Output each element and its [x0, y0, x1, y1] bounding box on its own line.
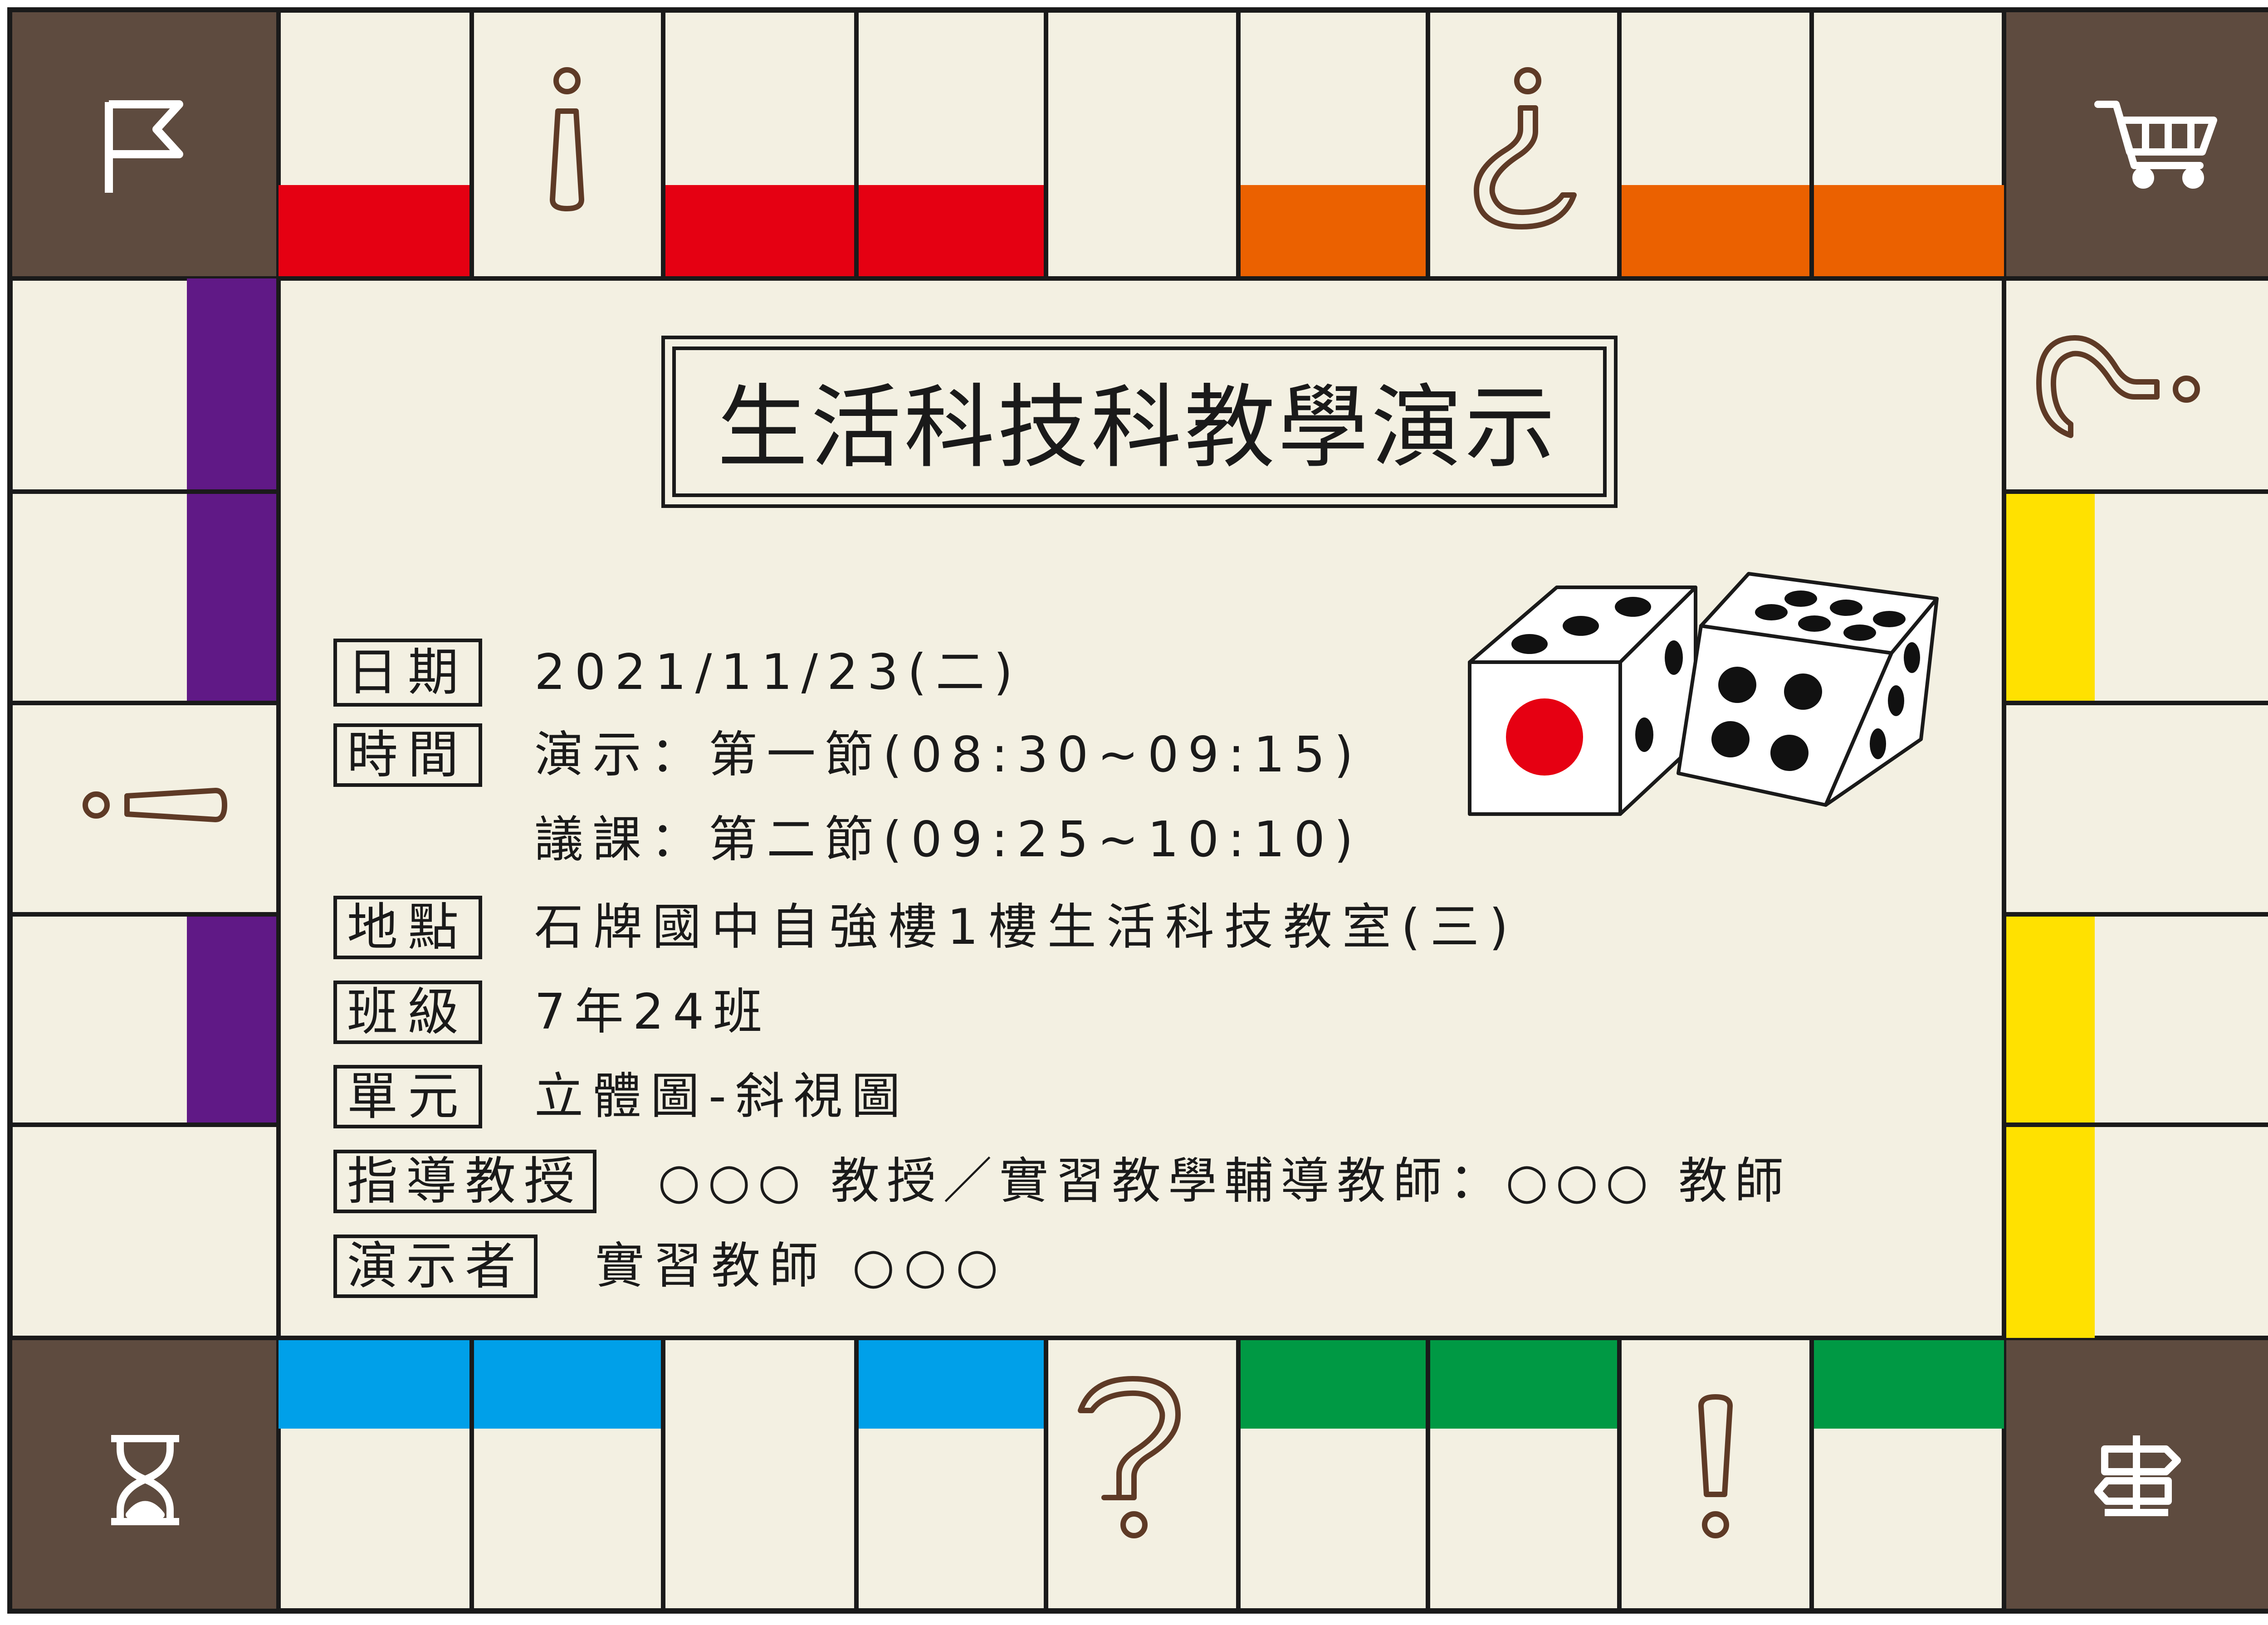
property-yellow-1 — [2004, 492, 2095, 703]
time-value-demo: 演示：第一節(08:30~09:15) — [534, 727, 1363, 783]
unit-label: 單元 — [333, 1065, 482, 1128]
place-label: 地點 — [333, 896, 482, 959]
corner-bottom-left — [8, 1336, 281, 1613]
class-label: 班級 — [333, 981, 482, 1044]
page-title: 生活科技科教學演示 — [717, 375, 1558, 481]
property-blue-1 — [279, 1338, 472, 1429]
signpost-icon — [2094, 1435, 2181, 1516]
date-label: 日期 — [333, 639, 482, 707]
class-value: 7年24班 — [534, 984, 772, 1040]
property-red-1 — [279, 185, 472, 278]
property-orange-1 — [1238, 185, 1428, 278]
corner-top-right — [2002, 8, 2268, 281]
property-purple-1 — [187, 278, 279, 492]
time-label: 時間 — [333, 723, 482, 787]
property-green-1 — [1238, 1338, 1428, 1429]
advisor-label: 指導教授 — [333, 1150, 596, 1213]
advisor-value: ○○○ 教授／實習教學輔導教師：○○○ 教師 — [658, 1153, 1791, 1210]
property-yellow-2 — [2004, 914, 2095, 1125]
time-value-discussion: 議課：第二節(09:25~10:10) — [534, 811, 1363, 868]
property-red-2 — [663, 185, 856, 278]
property-orange-2 — [1619, 185, 1812, 278]
date-value: 2021/11/23(二) — [534, 644, 1022, 701]
unit-value: 立體圖-斜視圖 — [534, 1068, 909, 1125]
property-purple-2 — [187, 492, 279, 703]
property-blue-2 — [472, 1338, 663, 1429]
property-yellow-3 — [2004, 1125, 2095, 1338]
presenter-label: 演示者 — [333, 1235, 538, 1298]
property-blue-3 — [856, 1338, 1046, 1429]
property-green-2 — [1428, 1338, 1619, 1429]
property-green-3 — [1812, 1338, 2004, 1429]
place-value: 石牌國中自強樓1樓生活科技教室(三) — [534, 899, 1518, 956]
property-red-3 — [856, 185, 1046, 278]
property-purple-3 — [187, 914, 279, 1125]
property-orange-3 — [1812, 185, 2004, 278]
corner-top-left — [8, 8, 281, 281]
presenter-value: 實習教師 ○○○ — [595, 1238, 1008, 1294]
